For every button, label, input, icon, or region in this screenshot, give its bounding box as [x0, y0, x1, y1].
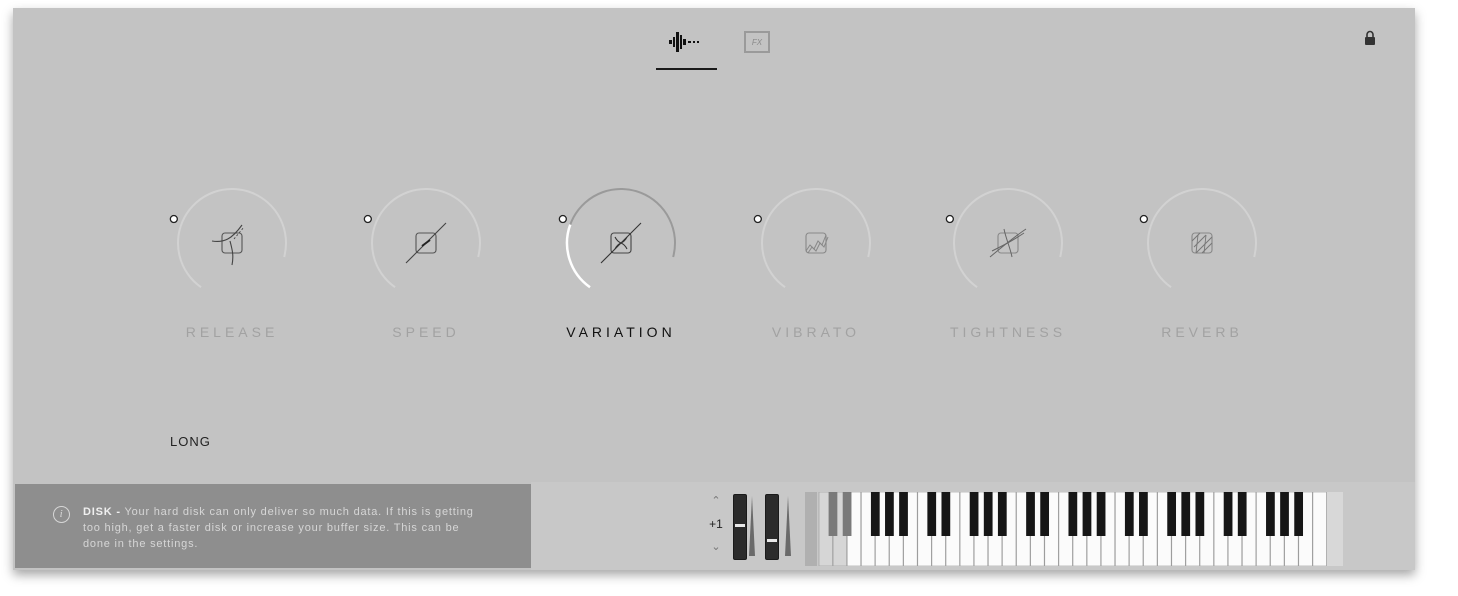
footer-bar: i DISK - Your hard disk can only deliver…	[13, 482, 1415, 570]
black-key[interactable]	[1280, 492, 1289, 536]
keyboard-area: ⌃ +1 ⌄	[531, 482, 1415, 570]
black-key[interactable]	[1237, 492, 1247, 536]
waveform-icon	[669, 32, 699, 52]
release-dial[interactable]	[167, 178, 297, 308]
articulation-label: LONG	[170, 434, 211, 449]
info-icon: i	[53, 506, 70, 523]
release-glyph-icon	[211, 224, 245, 266]
reverb-glyph-icon	[1191, 232, 1213, 254]
black-key[interactable]	[969, 492, 979, 536]
black-key[interactable]	[870, 492, 880, 536]
pitch-wheel-notch	[735, 524, 745, 527]
vibrato-knob[interactable]: VIBRATO	[751, 178, 881, 348]
speed-label: SPEED	[392, 324, 460, 340]
black-key[interactable]	[842, 492, 852, 536]
black-key[interactable]	[1181, 492, 1191, 536]
fx-icon: FX	[744, 31, 770, 53]
black-key[interactable]	[983, 492, 993, 536]
variation-label: VARIATION	[566, 324, 676, 340]
black-key[interactable]	[1167, 492, 1177, 536]
speed-knob[interactable]: SPEED	[361, 178, 491, 348]
chevron-up-icon[interactable]: ⌃	[705, 492, 727, 510]
mod-wheel-indicator	[785, 496, 791, 556]
fx-tab[interactable]: FX	[737, 24, 777, 60]
vibrato-glyph-icon	[805, 232, 829, 254]
reverb-label: REVERB	[1161, 324, 1243, 340]
black-key[interactable]	[1068, 492, 1078, 536]
instrument-panel: FX RELEASE SPEED VARIATION VIBRATO TIGHT…	[13, 8, 1415, 570]
chevron-down-icon[interactable]: ⌄	[705, 538, 727, 556]
piano-keyboard[interactable]	[805, 492, 1343, 566]
octave-control: ⌃ +1 ⌄	[705, 492, 727, 558]
white-key[interactable]	[1312, 492, 1327, 566]
black-key[interactable]	[1223, 492, 1233, 536]
black-key[interactable]	[1040, 492, 1050, 536]
variation-dial[interactable]	[556, 178, 686, 308]
tightness-label: TIGHTNESS	[949, 324, 1067, 340]
black-key[interactable]	[941, 492, 951, 536]
black-key[interactable]	[1026, 492, 1035, 536]
info-title: DISK -	[83, 506, 121, 518]
reverb-knob[interactable]: REVERB	[1137, 178, 1267, 348]
black-key[interactable]	[885, 492, 894, 536]
keyboard-right-cheek	[1327, 492, 1343, 566]
fx-tab-label: FX	[751, 37, 763, 47]
variation-knob[interactable]: VARIATION	[556, 178, 686, 348]
black-key[interactable]	[899, 492, 908, 536]
black-key[interactable]	[1096, 492, 1106, 536]
black-key[interactable]	[997, 492, 1007, 536]
info-box: i DISK - Your hard disk can only deliver…	[15, 484, 531, 568]
info-text: DISK - Your hard disk can only deliver s…	[83, 504, 483, 552]
black-key[interactable]	[828, 492, 838, 536]
speed-dial[interactable]	[361, 178, 491, 308]
active-tab-indicator	[656, 68, 717, 70]
vibrato-dial[interactable]	[751, 178, 881, 308]
mod-wheel[interactable]	[765, 494, 779, 560]
keyboard-left-cheek	[805, 492, 817, 566]
release-label: RELEASE	[185, 324, 279, 340]
black-key[interactable]	[1266, 492, 1275, 536]
speed-glyph-icon	[405, 222, 447, 264]
reverb-dial[interactable]	[1137, 178, 1267, 308]
pitch-wheel-indicator	[749, 496, 755, 556]
release-knob[interactable]: RELEASE	[167, 178, 297, 348]
tightness-glyph-icon	[989, 228, 1027, 258]
tightness-knob[interactable]: TIGHTNESS	[943, 178, 1073, 348]
octave-value: +1	[709, 517, 723, 531]
vibrato-label: VIBRATO	[771, 324, 861, 340]
black-key[interactable]	[1294, 492, 1304, 536]
lock-icon[interactable]	[1363, 30, 1377, 46]
info-message: Your hard disk can only deliver so much …	[83, 506, 474, 550]
waveform-tab[interactable]	[665, 24, 705, 60]
black-key[interactable]	[1124, 492, 1134, 536]
black-key[interactable]	[1139, 492, 1148, 536]
top-bar: FX	[13, 8, 1415, 88]
variation-glyph-icon	[600, 222, 642, 264]
pitch-wheel[interactable]	[733, 494, 747, 560]
mod-wheel-notch	[767, 538, 777, 542]
knob-row: RELEASE SPEED VARIATION VIBRATO TIGHTNES…	[13, 178, 1415, 358]
tightness-dial[interactable]	[943, 178, 1073, 308]
black-key[interactable]	[927, 492, 937, 536]
black-key[interactable]	[1195, 492, 1205, 536]
black-key[interactable]	[1082, 492, 1092, 536]
